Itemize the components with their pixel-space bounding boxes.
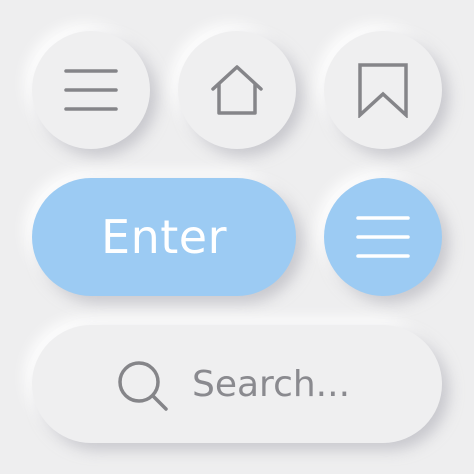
search-input[interactable] [192,325,412,443]
enter-button[interactable]: Enter [32,178,296,296]
enter-button-label: Enter [101,210,227,264]
hamburger-menu-icon [64,63,118,117]
menu-button[interactable] [32,31,150,149]
home-button[interactable] [178,31,296,149]
hamburger-menu-icon [356,210,410,264]
accent-menu-button[interactable] [324,178,442,296]
search-bar[interactable] [32,325,442,443]
bookmark-button[interactable] [324,31,442,149]
search-icon [116,359,170,413]
home-icon [209,62,265,118]
bookmark-icon [357,62,409,118]
